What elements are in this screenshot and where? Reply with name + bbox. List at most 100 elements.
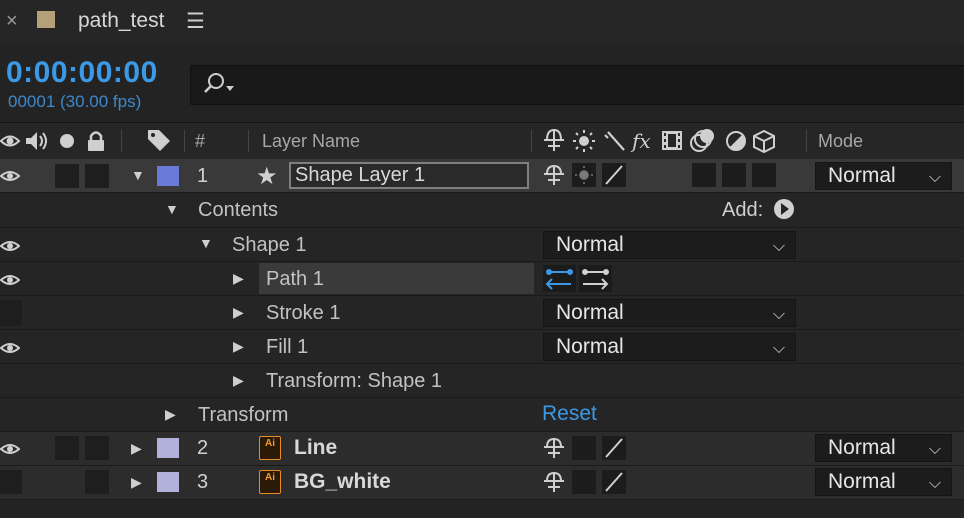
chevron-down-icon: ⌵ <box>772 306 785 323</box>
shy-icon[interactable] <box>542 470 566 494</box>
stroke-1-blend-dropdown[interactable]: Normal ⌵ <box>543 299 796 327</box>
eye-icon[interactable] <box>0 339 20 357</box>
composition-tab-title[interactable]: path_test <box>78 9 164 33</box>
contents-expand-triangle[interactable]: ▼ <box>165 201 179 217</box>
eye-icon[interactable] <box>0 440 20 458</box>
shape-transform-row <box>0 364 964 398</box>
current-time-display[interactable]: 0:00:00:00 <box>6 56 158 90</box>
eye-icon[interactable] <box>0 167 20 185</box>
shape-transform-label: Transform: Shape 1 <box>266 370 443 392</box>
shape-1-label: Shape 1 <box>232 234 307 256</box>
motion-blur-switch[interactable] <box>692 163 716 187</box>
collapse-switch[interactable] <box>572 436 596 460</box>
transform-reset-link[interactable]: Reset <box>542 402 597 426</box>
layer-3-mode-dropdown[interactable]: Normal ⌵ <box>815 468 952 496</box>
ai-badge-text: Ai <box>265 438 275 449</box>
lock-toggle[interactable] <box>85 470 109 494</box>
layer-label-color[interactable] <box>157 438 179 458</box>
stroke-visibility-toggle[interactable] <box>0 300 22 326</box>
chevron-down-icon: ⌵ <box>928 169 941 186</box>
stroke-1-label: Stroke 1 <box>266 302 341 324</box>
blend-value: Normal <box>556 233 624 256</box>
transform-label: Transform <box>198 404 289 426</box>
contents-label: Contents <box>198 199 279 221</box>
panel-menu-button[interactable]: ☰ <box>186 9 205 34</box>
adjustment-layer-icon <box>726 131 746 151</box>
shy-icon <box>544 128 564 151</box>
quality-icon <box>605 165 623 185</box>
chevron-down-icon: ⌵ <box>772 238 785 255</box>
audio-icon <box>26 132 47 150</box>
quality-icon <box>604 131 625 151</box>
3d-layer-icon <box>753 129 775 154</box>
eye-icon <box>0 135 21 147</box>
lock-toggle[interactable] <box>85 164 109 188</box>
chevron-down-icon: ⌵ <box>928 441 941 458</box>
path-expand-triangle[interactable]: ▶ <box>233 270 244 287</box>
solo-toggle[interactable] <box>55 164 79 188</box>
layer-name[interactable]: BG_white <box>294 470 391 494</box>
expand-triangle[interactable]: ▶ <box>131 474 142 491</box>
ai-badge-text: Ai <box>265 472 275 483</box>
layer-number: 3 <box>197 471 209 493</box>
shape-layer-star-icon: ★ <box>256 163 278 190</box>
solo-toggle[interactable] <box>55 436 79 460</box>
layer-2-mode-dropdown[interactable]: Normal ⌵ <box>815 434 952 462</box>
illustrator-file-icon: Ai <box>259 470 281 494</box>
layer-search-input[interactable] <box>190 65 964 105</box>
fill-1-row <box>0 330 964 364</box>
expand-triangle[interactable]: ▶ <box>131 440 142 457</box>
layer-name-header[interactable]: Layer Name <box>262 131 360 152</box>
collapse-transformations-icon <box>575 166 593 184</box>
illustrator-file-icon: Ai <box>259 436 281 460</box>
contents-row <box>0 194 964 228</box>
lock-toggle[interactable] <box>85 436 109 460</box>
mode-value: Normal <box>828 164 896 187</box>
composition-color-swatch <box>37 11 55 28</box>
stroke-expand-triangle[interactable]: ▶ <box>233 304 244 321</box>
transform-expand-triangle[interactable]: ▶ <box>165 406 176 423</box>
eye-icon[interactable] <box>0 237 20 255</box>
adjustment-switch[interactable] <box>722 163 746 187</box>
path-direction-buttons[interactable] <box>543 265 615 293</box>
layer-label-color[interactable] <box>157 166 179 186</box>
layer-name-field[interactable]: Shape Layer 1 <box>289 162 529 189</box>
blend-value: Normal <box>556 301 624 324</box>
lock-icon <box>88 131 104 151</box>
layer-label-color[interactable] <box>157 472 179 492</box>
expand-triangle[interactable]: ▼ <box>131 167 145 183</box>
layer-number: 2 <box>197 437 209 459</box>
visibility-toggle[interactable] <box>0 470 22 494</box>
3d-switch[interactable] <box>752 163 776 187</box>
solo-icon <box>60 134 74 148</box>
shy-icon[interactable] <box>542 436 566 460</box>
fill-expand-triangle[interactable]: ▶ <box>233 338 244 355</box>
eye-icon[interactable] <box>0 271 20 289</box>
layer-1-mode-dropdown[interactable]: Normal ⌵ <box>815 162 952 190</box>
layer-name[interactable]: Line <box>294 436 337 460</box>
layer-number-header: # <box>195 131 206 151</box>
search-icon[interactable] <box>200 71 240 97</box>
mode-value: Normal <box>828 470 896 493</box>
collapse-switch[interactable] <box>572 470 596 494</box>
switches-header: fx <box>544 128 775 154</box>
quality-icon <box>605 438 623 458</box>
transform-row <box>0 398 964 432</box>
add-label: Add: <box>722 199 764 221</box>
shape-expand-triangle[interactable]: ▼ <box>199 235 213 251</box>
layer-number: 1 <box>197 165 209 187</box>
label-tag-icon <box>148 130 170 151</box>
frame-blending-icon <box>662 131 682 150</box>
fill-1-label: Fill 1 <box>266 336 309 358</box>
fill-1-blend-dropdown[interactable]: Normal ⌵ <box>543 333 796 361</box>
add-play-icon[interactable] <box>773 198 797 222</box>
shape-transform-expand-triangle[interactable]: ▶ <box>233 372 244 389</box>
shape-1-blend-dropdown[interactable]: Normal ⌵ <box>543 231 796 259</box>
shape-1-row <box>0 228 964 262</box>
close-tab-button[interactable]: × <box>6 10 18 33</box>
mode-value: Normal <box>828 436 896 459</box>
collapse-transformations-icon <box>573 130 595 152</box>
shy-icon[interactable] <box>542 163 566 187</box>
timeline-empty-area <box>0 500 964 518</box>
chevron-down-icon: ⌵ <box>772 340 785 357</box>
